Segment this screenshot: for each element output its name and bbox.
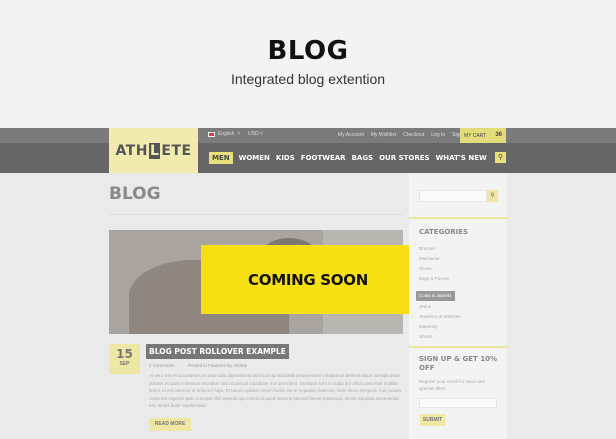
nav-item-footwear[interactable]: FOOTWEAR bbox=[301, 154, 346, 162]
top-bar: English ˅ USD ˅ My Account My Wishlist C… bbox=[0, 128, 616, 143]
nav-item-women[interactable]: WOMEN bbox=[239, 154, 270, 162]
cart-count: 36 bbox=[495, 132, 502, 138]
logo-text-start: ATH bbox=[115, 142, 148, 159]
page-subtitle: Integrated blog extention bbox=[230, 71, 386, 87]
account-links: My Account My Wishlist Checkout Log In S… bbox=[338, 132, 470, 138]
currency-label: USD bbox=[248, 131, 259, 137]
flag-icon bbox=[208, 131, 215, 137]
categories-heading: CATEGORIES bbox=[419, 228, 469, 236]
nav-item-bags[interactable]: BAGS bbox=[352, 154, 374, 162]
post-comments-link[interactable]: 2 Comments bbox=[149, 363, 175, 368]
main-nav: MEN WOMEN KIDS FOOTWEAR BAGS OUR STORES … bbox=[209, 152, 487, 164]
page-title: BLOG bbox=[267, 36, 349, 66]
category-item[interactable]: Maternity bbox=[419, 322, 461, 332]
email-field[interactable] bbox=[419, 398, 497, 408]
sidebar-search-input[interactable] bbox=[419, 190, 487, 202]
category-item[interactable]: Jewellery & Watches bbox=[419, 312, 461, 322]
sidebar: ⚲ CATEGORIES Dresses Swimwear Shoes Bags… bbox=[409, 173, 507, 439]
link-checkout[interactable]: Checkout bbox=[403, 132, 424, 138]
cart-label: MY CART bbox=[464, 133, 487, 139]
post-date-day: 15 bbox=[116, 347, 133, 361]
link-log-in[interactable]: Log In bbox=[431, 132, 445, 138]
category-item[interactable]: Swimwear bbox=[419, 254, 461, 264]
currency-selector[interactable]: USD ˅ bbox=[248, 131, 263, 137]
sidebar-divider bbox=[409, 217, 507, 219]
sidebar-divider bbox=[409, 346, 507, 348]
logo-text-mid: L bbox=[148, 142, 161, 159]
link-my-account[interactable]: My Account bbox=[338, 132, 364, 138]
chevron-down-icon: ˅ bbox=[259, 131, 263, 137]
blog-heading: BLOG bbox=[109, 184, 161, 204]
search-icon[interactable]: ⚲ bbox=[495, 152, 506, 163]
category-item[interactable]: Dresses bbox=[419, 244, 461, 254]
post-meta: 2 Comments · Posted in Features By Athle… bbox=[149, 363, 247, 368]
post-excerpt: At vero eos et accusamus et iusto odio d… bbox=[149, 373, 401, 408]
nav-item-our-stores[interactable]: OUR STORES bbox=[379, 154, 429, 162]
post-date-badge: 15 SEP bbox=[109, 344, 140, 374]
category-item[interactable]: Jeans bbox=[419, 302, 461, 312]
category-item[interactable]: Shoes bbox=[419, 264, 461, 274]
chevron-down-icon: ˅ bbox=[237, 131, 241, 137]
nav-item-whats-new[interactable]: WHAT'S NEW bbox=[436, 154, 487, 162]
category-item[interactable]: Bags & Purces bbox=[419, 274, 461, 284]
site-screenshot: English ˅ USD ˅ My Account My Wishlist C… bbox=[0, 128, 616, 439]
category-item-active[interactable]: Coats & Jackets bbox=[416, 291, 455, 301]
divider bbox=[109, 214, 403, 215]
logo-text-end: ETE bbox=[161, 142, 192, 159]
signup-heading: SIGN UP & GET 10% OFF bbox=[419, 355, 497, 372]
category-item[interactable]: Shorts bbox=[419, 332, 461, 342]
coming-soon-overlay: COMING SOON bbox=[201, 245, 415, 314]
signup-text: Register your email for news and special… bbox=[419, 379, 485, 391]
site-logo[interactable]: ATH L ETE bbox=[109, 128, 198, 173]
language-selector[interactable]: English ˅ bbox=[208, 131, 240, 137]
page: BLOG Integrated blog extention English ˅… bbox=[0, 0, 616, 439]
submit-button[interactable]: SUBMIT bbox=[420, 414, 445, 426]
post-date-month: SEP bbox=[119, 361, 130, 367]
read-more-button[interactable]: READ MORE bbox=[149, 418, 191, 431]
search-icon[interactable]: ⚲ bbox=[487, 190, 498, 202]
link-my-wishlist[interactable]: My Wishlist bbox=[371, 132, 396, 138]
language-label: English bbox=[218, 131, 235, 137]
category-list: Dresses Swimwear Shoes Bags & Purces Coa… bbox=[416, 244, 461, 342]
nav-item-kids[interactable]: KIDS bbox=[276, 154, 295, 162]
cart-button[interactable]: MY CART 36 bbox=[460, 128, 506, 143]
post-category: Posted in Features By Athlete bbox=[188, 363, 248, 368]
main-nav-bar: MEN WOMEN KIDS FOOTWEAR BAGS OUR STORES … bbox=[0, 143, 616, 173]
nav-item-men[interactable]: MEN bbox=[209, 152, 233, 164]
post-title[interactable]: BLOG POST ROLLOVER EXAMPLE bbox=[146, 344, 289, 359]
post-meta-separator: · bbox=[180, 363, 183, 368]
